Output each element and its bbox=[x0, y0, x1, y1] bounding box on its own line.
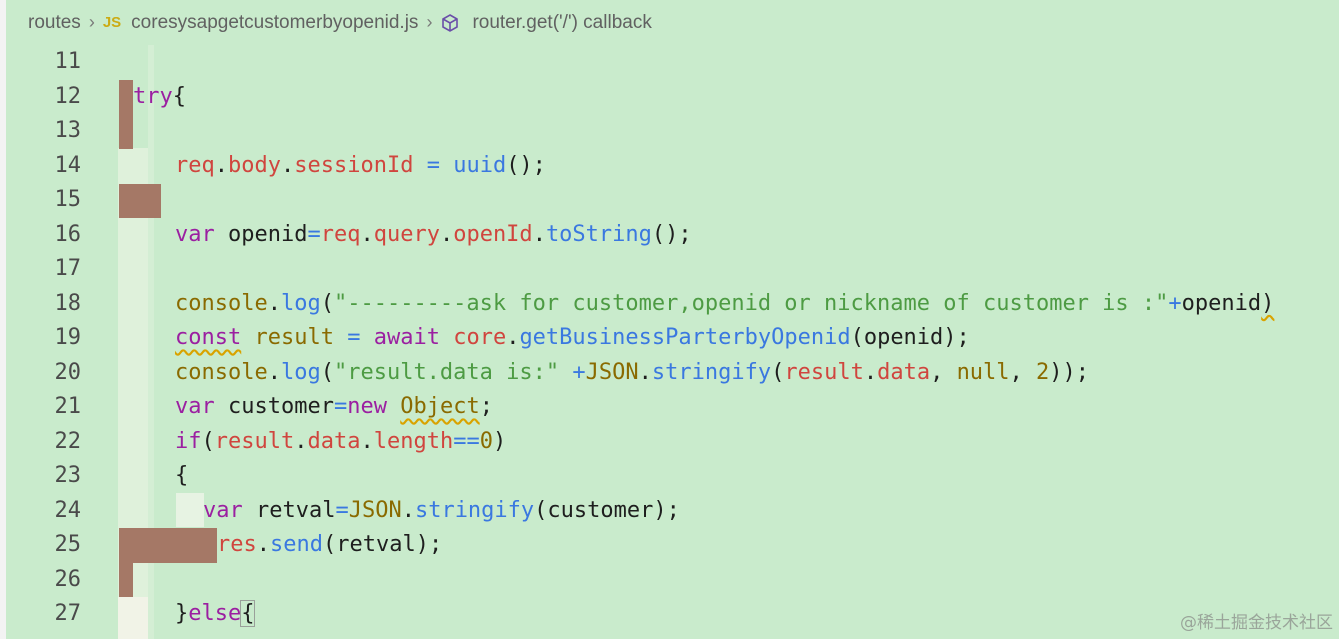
line-number: 21 bbox=[54, 394, 82, 419]
code-line: 22 if(result.data.length==0) bbox=[6, 425, 1339, 460]
chevron-right-icon: › bbox=[88, 12, 95, 32]
code-text: req.body.sessionId = uuid(); bbox=[175, 152, 546, 178]
line-number: 11 bbox=[54, 49, 82, 74]
line-number: 25 bbox=[54, 532, 82, 557]
code-line: 11 bbox=[6, 45, 1339, 80]
line-number: 19 bbox=[54, 325, 82, 350]
line-number: 24 bbox=[54, 497, 82, 523]
breadcrumb-symbol[interactable]: router.get('/') callback bbox=[472, 12, 651, 34]
line-number: 27 bbox=[54, 601, 82, 626]
breadcrumb-folder[interactable]: routes bbox=[28, 12, 81, 34]
code-text: try{ bbox=[133, 83, 186, 109]
code-text: var openid=req.query.openId.toString(); bbox=[175, 221, 692, 247]
js-file-icon: JS bbox=[102, 14, 122, 31]
code-text: var retval=JSON.stringify(customer); bbox=[203, 497, 680, 523]
cube-method-icon bbox=[440, 13, 460, 33]
code-text: var customer=new Object; bbox=[175, 394, 493, 419]
code-text: { bbox=[175, 463, 189, 488]
breadcrumb-file[interactable]: coresysapgetcustomerbyopenid.js bbox=[131, 12, 418, 34]
code-line: 27 }else{ bbox=[6, 597, 1339, 632]
line-number: 22 bbox=[54, 428, 82, 454]
chevron-right-icon: › bbox=[426, 12, 433, 32]
line-number: 26 bbox=[54, 566, 82, 592]
code-line: 16 var openid=req.query.openId.toString(… bbox=[6, 218, 1339, 253]
line-number: 23 bbox=[54, 463, 82, 488]
code-line: 23 { bbox=[6, 459, 1339, 494]
code-line: 13 bbox=[6, 114, 1339, 149]
code-line: 19 const result = await core.getBusiness… bbox=[6, 321, 1339, 356]
line-number: 17 bbox=[54, 256, 82, 281]
line-number: 13 bbox=[54, 118, 82, 143]
code-line: 12 try{ bbox=[6, 80, 1339, 115]
code-line: 20 console.log("result.data is:" +JSON.s… bbox=[6, 356, 1339, 391]
code-line: 24 var retval=JSON.stringify(customer); bbox=[6, 494, 1339, 529]
code-line: 14 req.body.sessionId = uuid(); bbox=[6, 149, 1339, 184]
code-line: 26 bbox=[6, 563, 1339, 598]
code-text: res.send(retval); bbox=[217, 532, 443, 557]
code-text: const result = await core.getBusinessPar… bbox=[175, 325, 970, 350]
code-text: console.log("---------ask for customer,o… bbox=[175, 290, 1275, 316]
line-number: 18 bbox=[54, 290, 82, 316]
code-line: 21 var customer=new Object; bbox=[6, 390, 1339, 425]
line-number: 15 bbox=[54, 187, 82, 212]
line-number: 12 bbox=[54, 83, 82, 109]
line-number: 20 bbox=[54, 359, 82, 385]
code-line: 25 res.send(retval); bbox=[6, 528, 1339, 563]
line-number: 16 bbox=[54, 221, 82, 247]
code-editor[interactable]: 11 12 try{ 13 14 req.body.sessionId = uu… bbox=[6, 45, 1339, 639]
code-text: if(result.data.length==0) bbox=[175, 428, 507, 454]
code-text: console.log("result.data is:" +JSON.stri… bbox=[175, 359, 1090, 385]
code-line: 17 bbox=[6, 252, 1339, 287]
watermark: @稀土掘金技术社区 bbox=[1180, 613, 1333, 633]
breadcrumb: routes › JS coresysapgetcustomerbyopenid… bbox=[6, 0, 1339, 45]
line-number: 14 bbox=[54, 152, 82, 178]
code-line: 15 bbox=[6, 183, 1339, 218]
code-line: 18 console.log("---------ask for custome… bbox=[6, 287, 1339, 322]
code-text: }else{ bbox=[175, 600, 256, 627]
